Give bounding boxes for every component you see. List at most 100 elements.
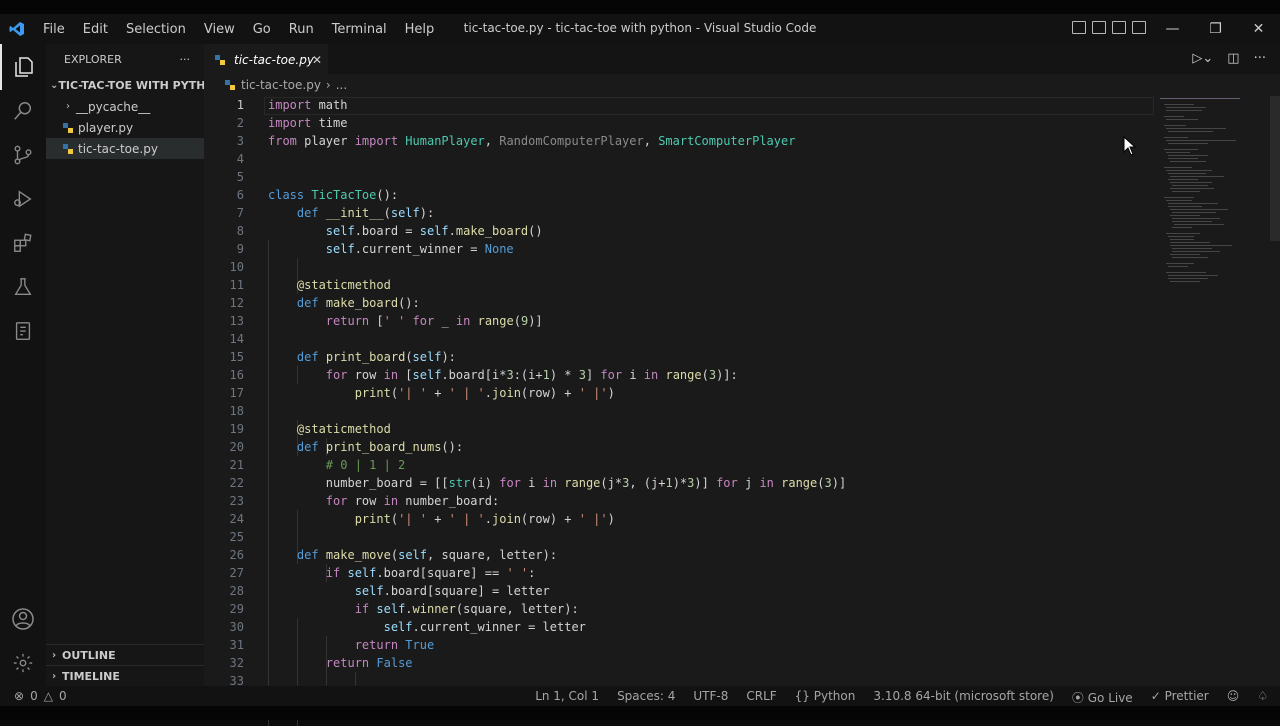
tab-tic-tac-toe-py[interactable]: tic-tac-toe.py ✕ [204,44,328,75]
minimap-line [1164,167,1192,168]
status-problems[interactable]: ⊗ 0 △ 0 [14,689,67,703]
run-debug-icon[interactable] [0,176,46,222]
code-line: 15 def print_board(self): [204,348,1154,366]
prettier[interactable]: ✓ Prettier [1151,689,1209,706]
tree-item-pycache[interactable]: › __pycache__ [46,96,204,117]
code-line: 24 print('| ' + ' | '.join(row) + ' |') [204,510,1154,528]
minimap-line [1166,170,1212,171]
code-line: 4 [204,150,1154,168]
minimap-line [1170,176,1224,177]
error-icon: ⊗ [14,689,25,703]
code-line: 2 import time [204,114,1154,132]
minimap-line [1164,137,1188,138]
minimap-line [1164,125,1186,126]
minimap[interactable] [1160,96,1270,296]
menu-run[interactable]: Run [280,22,323,37]
account-icon[interactable] [0,596,46,642]
minimap-line [1168,179,1198,180]
code-line: 13 return [' ' for _ in range(9)] [204,312,1154,330]
code-line: 11 @staticmethod [204,276,1154,294]
line-number: 20 [229,440,244,454]
line-number: 29 [229,602,244,616]
code-line: 19 @staticmethod [204,420,1154,438]
code-line: 18 [204,402,1154,420]
minimap-line [1168,266,1188,267]
explorer-title: EXPLORER [64,52,122,66]
code-text: print('| ' + ' | '.join(row) + ' |') [354,512,615,526]
search-icon[interactable] [0,88,46,134]
code-line: 25 [204,528,1154,546]
python-interpreter[interactable]: 3.10.8 64-bit (microsoft store) [873,689,1054,706]
cursor-position[interactable]: Ln 1, Col 1 [535,689,599,706]
python-file-icon [225,80,235,90]
line-number: 17 [229,386,244,400]
code-text: @staticmethod [296,422,391,436]
breadcrumb-more[interactable]: ... [336,78,347,92]
restore-icon[interactable]: ❐ [1194,14,1237,44]
feedback-icon[interactable]: ☺ [1227,689,1240,706]
code-text: self.board = self.make_board() [325,224,543,238]
toggle-panel-icon[interactable] [1092,21,1106,34]
menu-edit[interactable]: Edit [74,22,117,37]
breadcrumb-file[interactable]: tic-tac-toe.py [241,78,321,92]
minimap-line [1170,239,1194,240]
code-editor[interactable]: 1 import math 2 import time 3 from player i… [204,96,1154,726]
menu-selection[interactable]: Selection [117,22,195,37]
source-control-icon[interactable] [0,132,46,178]
encoding[interactable]: UTF-8 [693,689,728,706]
check-double-icon: ✓ [1150,689,1165,703]
minimap-line [1172,191,1200,192]
more-actions-icon[interactable]: ··· [180,53,191,66]
settings-gear-icon[interactable] [0,640,46,686]
error-count: 0 [30,689,38,703]
menu-help[interactable]: Help [396,22,444,37]
editor-actions: ▷⌄ ◫ ··· [1192,51,1266,66]
minimize-icon[interactable]: — [1151,14,1194,44]
minimap-line [1166,233,1200,234]
split-editor-icon[interactable]: ◫ [1227,51,1239,66]
menu-view[interactable]: View [195,22,244,37]
toggle-secondary-sidebar-icon[interactable] [1112,21,1126,34]
customize-layout-icon[interactable] [1132,21,1146,34]
close-tab-icon[interactable]: ✕ [312,53,322,67]
menu-go[interactable]: Go [244,22,280,37]
tree-item-tic-tac-toe-py[interactable]: tic-tac-toe.py [46,138,204,159]
code-text: class TicTacToe(): [268,188,399,202]
editor-area: tic-tac-toe.py ✕ ▷⌄ ◫ ··· tic-tac-toe.py… [204,44,1280,726]
tree-item-player-py[interactable]: player.py [46,117,204,138]
line-number: 3 [236,134,244,148]
mouse-pointer-icon [1123,136,1137,156]
chevron-right-icon: › [51,671,57,682]
vertical-scrollbar[interactable] [1270,96,1280,241]
minimap-line [1172,185,1208,186]
code-text: return False [325,656,413,670]
testing-icon[interactable] [0,264,46,310]
menu-file[interactable]: File [34,22,74,37]
explorer-icon[interactable] [0,44,46,90]
code-text: if self.winner(square, letter): [354,602,579,616]
line-number: 30 [229,620,244,634]
code-text: def make_board(): [296,296,420,310]
close-window-icon[interactable]: ✕ [1237,14,1280,44]
minimap-line [1172,218,1220,219]
chevron-right-icon: › [51,650,57,661]
line-ending[interactable]: CRLF [746,689,776,706]
extensions-icon[interactable] [0,220,46,266]
notifications-bell-icon[interactable]: ♤ [1257,689,1268,706]
minimap-line [1172,248,1212,249]
run-python-file-icon[interactable]: ▷⌄ [1192,51,1213,66]
toggle-sidebar-icon[interactable] [1072,21,1086,34]
code-text: def make_move(self, square, letter): [296,548,558,562]
more-actions-icon[interactable]: ··· [1254,51,1266,66]
remote-explorer-icon[interactable] [0,308,46,354]
warning-count: 0 [58,689,67,703]
go-live[interactable]: ⦿ Go Live [1072,689,1133,706]
window-controls: — ❐ ✕ [1151,14,1280,44]
indentation[interactable]: Spaces: 4 [617,689,675,706]
code-line: 17 print('| ' + ' | '.join(row) + ' |') [204,384,1154,402]
menu-terminal[interactable]: Terminal [323,22,396,37]
outline-section[interactable]: › OUTLINE [46,644,204,666]
timeline-section[interactable]: › TIMELINE [46,665,204,687]
project-folder-header[interactable]: ⌄ TIC-TAC-TOE WITH PYTHON [46,74,204,96]
language-mode[interactable]: {} Python [795,689,856,706]
